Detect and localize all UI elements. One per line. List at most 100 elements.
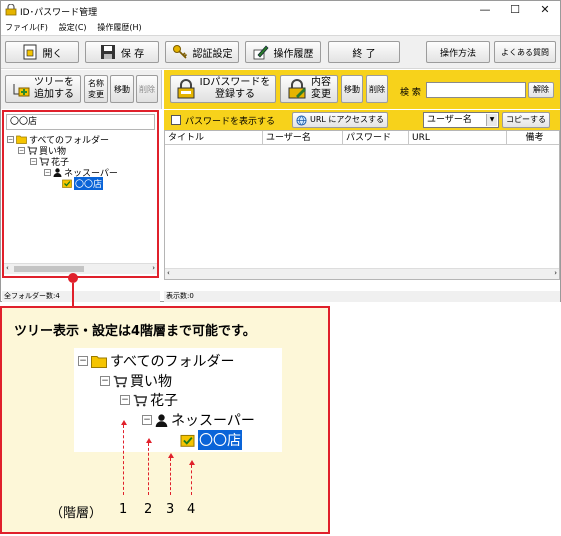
register-button[interactable]: IDパスワードを 登録する [170, 75, 276, 103]
register-label-line1: IDパスワードを [199, 77, 271, 88]
column-select[interactable]: ユーザー名 ▼ [423, 112, 499, 128]
callout-node-label-selected: 〇〇店 [198, 430, 242, 450]
app-icon [5, 4, 17, 16]
callout-node-label: 花子 [150, 393, 178, 409]
scroll-right-icon[interactable]: › [152, 264, 155, 272]
main-toolbar: 開く 保 存 認証設定 操作履歴 終 了 操作方法 よくある質問 [1, 35, 560, 69]
collapse-icon: − [100, 376, 110, 386]
add-tree-icon [13, 84, 30, 97]
collapse-icon: − [120, 395, 130, 405]
search-input[interactable] [426, 82, 526, 98]
callout-node-hanako: − 花子 [120, 390, 178, 410]
callout-connector-dot [68, 273, 78, 283]
url-access-button[interactable]: URL にアクセスする [292, 112, 388, 128]
save-button[interactable]: 保 存 [85, 41, 159, 63]
edit-content-label: 内容 変更 [311, 77, 331, 101]
register-label: IDパスワードを 登録する [200, 77, 271, 101]
entry-delete-button[interactable]: 削除 [366, 75, 388, 103]
collapse-icon: − [30, 158, 37, 165]
status-folder-count: 全フォルダー数:4 [2, 291, 160, 302]
edit-lock-icon [288, 79, 306, 99]
level-4-number: 4 [187, 502, 196, 517]
col-username[interactable]: ユーザー名 [263, 131, 343, 145]
scroll-left-icon[interactable]: ‹ [167, 269, 170, 277]
cart-icon [133, 394, 147, 406]
entry-delete-label: 削除 [369, 84, 385, 94]
collapse-icon: − [7, 136, 14, 143]
entry-move-label: 移動 [344, 84, 360, 94]
show-password-label: パスワードを表示する [185, 117, 276, 127]
folder-icon [91, 355, 107, 368]
col-url[interactable]: URL [409, 131, 507, 145]
list-horizontal-scrollbar[interactable]: ‹ › [165, 268, 559, 279]
register-label-line2: 登録する [215, 89, 255, 100]
search-label: 検 索 [400, 88, 421, 98]
floppy-disk-icon [100, 45, 115, 59]
tree-horizontal-scrollbar[interactable]: ‹ › [4, 263, 157, 274]
entry-list: タイトル ユーザー名 パスワード URL 備考 ‹ › [164, 130, 560, 280]
minimize-button[interactable]: — [471, 2, 499, 18]
entry-move-button[interactable]: 移動 [341, 75, 363, 103]
tree-move-button[interactable]: 移動 [110, 75, 134, 103]
howto-button[interactable]: 操作方法 [426, 41, 490, 63]
maximize-button[interactable]: ☐ [501, 2, 529, 18]
checked-folder-icon [180, 434, 195, 447]
tree-node-label-selected: 〇〇店 [74, 177, 104, 190]
edit-label-line2: 変更 [311, 89, 331, 100]
tree-pane: 〇〇店 − すべてのフォルダー − 買い物 − 花子 − ネッスーパー 〇〇店 … [2, 110, 159, 278]
column-select-value: ユーザー名 [427, 115, 472, 125]
tree-toolbar: ツリーを 追加する 名称 変更 移動 削除 [1, 70, 162, 109]
exit-label: 終 了 [352, 48, 376, 60]
copy-label: コピーする [506, 115, 546, 124]
menu-history[interactable]: 操作履歴(H) [93, 20, 145, 35]
collapse-icon: − [142, 415, 152, 425]
key-icon [172, 45, 187, 59]
faq-label: よくある質問 [501, 47, 549, 57]
copy-button[interactable]: コピーする [502, 112, 550, 128]
level-3-line [170, 458, 171, 495]
tree-delete-button[interactable]: 削除 [136, 75, 158, 103]
collapse-icon: − [78, 356, 88, 366]
level-3-arrow-icon [168, 453, 174, 458]
scroll-thumb[interactable] [14, 266, 84, 272]
tree-delete-label: 削除 [139, 84, 155, 94]
level-1-arrow-icon [121, 420, 127, 425]
scroll-left-icon[interactable]: ‹ [6, 264, 9, 272]
faq-button[interactable]: よくある質問 [494, 41, 556, 63]
col-notes[interactable]: 備考 [507, 131, 559, 145]
show-password-checkbox[interactable] [171, 115, 181, 125]
history-button[interactable]: 操作履歴 [245, 41, 321, 63]
auth-label: 認証設定 [192, 48, 233, 60]
app-window: ID･パスワード管理 — ☐ ✕ ファイル(F) 設定(C) 操作履歴(H) 開… [0, 0, 561, 302]
scroll-right-icon[interactable]: › [554, 269, 557, 277]
close-button[interactable]: ✕ [531, 2, 559, 18]
url-access-label: URL にアクセスする [309, 115, 384, 124]
rename-button[interactable]: 名称 変更 [84, 75, 108, 103]
folder-open-icon [23, 44, 36, 60]
col-title[interactable]: タイトル [165, 131, 263, 145]
callout-node-shopping: − 買い物 [100, 371, 172, 391]
col-password[interactable]: パスワード [343, 131, 409, 145]
open-label: 開く [42, 48, 63, 60]
callout-node-label: 買い物 [130, 374, 172, 390]
menu-bar: ファイル(F) 設定(C) 操作履歴(H) [1, 20, 560, 35]
explanation-callout: ツリー表示・設定は4階層まで可能です。 − すべてのフォルダー − 買い物 − … [0, 306, 330, 534]
current-path: 〇〇店 [6, 114, 155, 130]
pencil-icon [253, 45, 268, 60]
add-tree-label-line2: 追加する [34, 89, 74, 100]
exit-button[interactable]: 終 了 [328, 41, 400, 63]
search-clear-button[interactable]: 解除 [528, 82, 554, 98]
open-button[interactable]: 開く [5, 41, 79, 63]
cart-icon [39, 157, 49, 166]
checked-folder-icon [62, 179, 72, 188]
callout-node-netsuper: − ネッスーパー [142, 410, 255, 430]
auth-settings-button[interactable]: 認証設定 [165, 41, 239, 63]
search-clear-label: 解除 [533, 85, 549, 94]
add-tree-label: ツリーを 追加する [34, 77, 74, 101]
menu-settings[interactable]: 設定(C) [55, 20, 91, 35]
tree-node-store[interactable]: 〇〇店 [62, 177, 104, 190]
menu-file[interactable]: ファイル(F) [1, 20, 52, 35]
add-tree-button[interactable]: ツリーを 追加する [5, 75, 81, 103]
edit-content-button[interactable]: 内容 変更 [280, 75, 338, 103]
options-bar: パスワードを表示する URL にアクセスする ユーザー名 ▼ コピーする [164, 110, 560, 130]
